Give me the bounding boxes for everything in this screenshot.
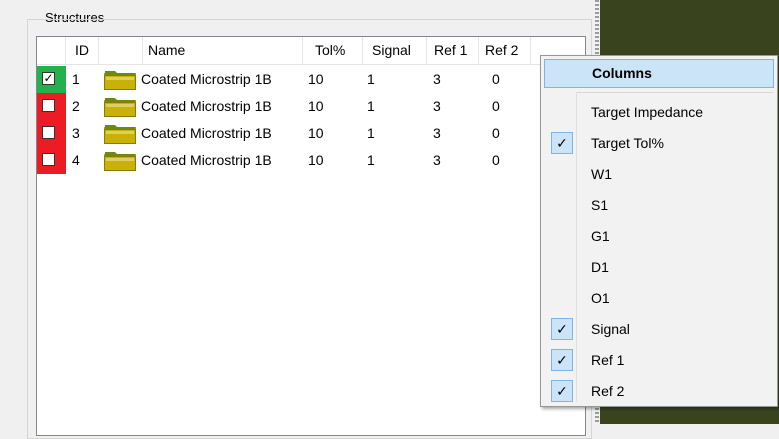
- menu-item[interactable]: Target Impedance: [544, 97, 774, 128]
- menu-separator: [577, 92, 773, 93]
- row-status-indicator: [37, 93, 66, 120]
- cell-signal: 1: [367, 98, 375, 114]
- menu-item-label: W1: [591, 166, 612, 182]
- menu-item-label: Signal: [591, 321, 630, 337]
- cell-tol: 10: [308, 98, 324, 114]
- table-row[interactable]: 4 Coated Microstrip 1B 10 1 3 0: [37, 147, 585, 174]
- menu-item-label: O1: [591, 290, 610, 306]
- cell-ref1: 3: [433, 125, 441, 141]
- cell-signal: 1: [367, 71, 375, 87]
- row-checkbox[interactable]: [42, 99, 55, 112]
- row-checkbox[interactable]: [42, 126, 55, 139]
- cell-signal: 1: [367, 125, 375, 141]
- folder-icon: [103, 95, 137, 119]
- menu-item[interactable]: O1: [544, 283, 774, 314]
- columns-context-menu: Columns Target Impedance ✓ Target Tol% W1 S1…: [540, 55, 778, 407]
- menu-item[interactable]: ✓ Ref 1: [544, 345, 774, 376]
- cell-name: Coated Microstrip 1B: [141, 98, 272, 114]
- checkmark-icon: ✓: [551, 380, 573, 402]
- menu-item[interactable]: ✓ Signal: [544, 314, 774, 345]
- cell-ref2: 0: [492, 98, 500, 114]
- folder-icon: [103, 149, 137, 173]
- menu-item-label: Target Tol%: [591, 135, 664, 151]
- menu-item[interactable]: D1: [544, 252, 774, 283]
- cell-tol: 10: [308, 152, 324, 168]
- menu-item-label: S1: [591, 197, 609, 213]
- folder-icon: [103, 68, 137, 92]
- cell-tol: 10: [308, 125, 324, 141]
- menu-item[interactable]: W1: [544, 159, 774, 190]
- checkmark-icon: ✓: [551, 349, 573, 371]
- cell-ref1: 3: [433, 152, 441, 168]
- menu-item-label: Ref 2: [591, 383, 625, 399]
- cell-name: Coated Microstrip 1B: [141, 125, 272, 141]
- header-status[interactable]: [37, 37, 66, 64]
- row-status-indicator: ✓: [37, 66, 66, 93]
- header-name[interactable]: Name: [143, 37, 303, 64]
- header-icon[interactable]: [99, 37, 143, 64]
- menu-item-label: Ref 1: [591, 352, 625, 368]
- checkmark-icon: ✓: [551, 318, 573, 340]
- row-checkbox[interactable]: [42, 153, 55, 166]
- menu-item[interactable]: S1: [544, 190, 774, 221]
- row-status-indicator: [37, 120, 66, 147]
- cell-name: Coated Microstrip 1B: [141, 152, 272, 168]
- cell-ref2: 0: [492, 71, 500, 87]
- cell-id: 1: [72, 71, 80, 87]
- menu-item-label: Target Impedance: [591, 104, 704, 120]
- cell-ref2: 0: [492, 125, 500, 141]
- menu-item[interactable]: ✓ Target Tol%: [544, 128, 774, 159]
- cell-id: 3: [72, 125, 80, 141]
- cell-id: 2: [72, 98, 80, 114]
- cell-tol: 10: [308, 71, 324, 87]
- menu-item-label: D1: [591, 259, 609, 275]
- menu-header-columns[interactable]: Columns: [544, 59, 774, 88]
- list-header: ID Name Tol% Signal Ref 1 Ref 2: [37, 37, 585, 65]
- row-status-indicator: [37, 147, 66, 174]
- header-ref2[interactable]: Ref 2: [479, 37, 531, 64]
- checkmark-icon: ✓: [551, 132, 573, 154]
- row-checkbox[interactable]: ✓: [42, 72, 55, 85]
- cell-ref1: 3: [433, 98, 441, 114]
- menu-item[interactable]: ✓ Ref 2: [544, 376, 774, 407]
- table-row[interactable]: 3 Coated Microstrip 1B 10 1 3 0: [37, 120, 585, 147]
- cell-name: Coated Microstrip 1B: [141, 71, 272, 87]
- cell-id: 4: [72, 152, 80, 168]
- cell-ref2: 0: [492, 152, 500, 168]
- header-ref1[interactable]: Ref 1: [427, 37, 479, 64]
- menu-item-label: G1: [591, 228, 610, 244]
- cell-signal: 1: [367, 152, 375, 168]
- folder-icon: [103, 122, 137, 146]
- cell-ref1: 3: [433, 71, 441, 87]
- table-row[interactable]: ✓ 1 Coated Microstrip 1B 10 1 3 0: [37, 66, 585, 93]
- header-signal[interactable]: Signal: [363, 37, 427, 64]
- table-row[interactable]: 2 Coated Microstrip 1B 10 1 3 0: [37, 93, 585, 120]
- header-id[interactable]: ID: [66, 37, 99, 64]
- menu-item[interactable]: G1: [544, 221, 774, 252]
- header-tol[interactable]: Tol%: [303, 37, 363, 64]
- structures-list[interactable]: ID Name Tol% Signal Ref 1 Ref 2 ✓ 1 Coated…: [36, 36, 586, 436]
